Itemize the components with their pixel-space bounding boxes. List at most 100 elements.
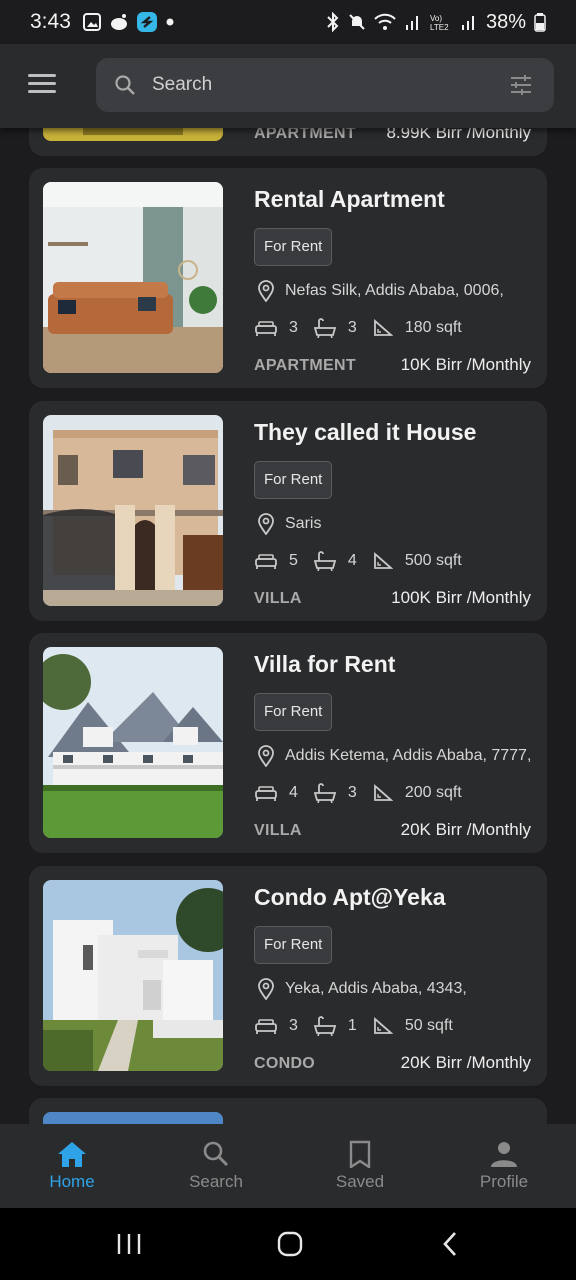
location-pin-icon bbox=[258, 978, 274, 1000]
location-text: Nefas Silk, Addis Ababa, 0006, bbox=[285, 282, 504, 299]
nav-search[interactable]: Search bbox=[144, 1124, 288, 1208]
nav-profile[interactable]: Profile bbox=[432, 1124, 576, 1208]
battery-icon bbox=[534, 13, 546, 32]
bath-icon bbox=[313, 551, 336, 571]
bed-count: 4 bbox=[289, 784, 298, 801]
listing-features: 4 3 200 sqft bbox=[255, 783, 478, 803]
home-button-icon[interactable] bbox=[276, 1230, 304, 1258]
bath-icon bbox=[313, 318, 336, 338]
listing-title: Villa for Rent bbox=[254, 651, 396, 677]
svg-text:Vo): Vo) bbox=[430, 14, 442, 23]
status-badge: For Rent bbox=[254, 461, 333, 499]
listing-photo bbox=[43, 182, 223, 373]
system-navigation-bar bbox=[0, 1208, 576, 1280]
nav-saved-label: Saved bbox=[335, 1172, 385, 1191]
listing-location: Saris bbox=[257, 513, 321, 535]
nav-home[interactable]: Home bbox=[0, 1124, 144, 1208]
listing-card[interactable]: APARTMENT 8.99K Birr /Monthly bbox=[29, 128, 547, 156]
listing-photo bbox=[43, 880, 223, 1071]
signal-icon bbox=[405, 16, 418, 30]
search-bar[interactable] bbox=[96, 58, 554, 112]
filter-icon[interactable] bbox=[510, 74, 532, 96]
svg-text:LTE2: LTE2 bbox=[430, 23, 449, 31]
listing-location: Yeka, Addis Ababa, 4343, bbox=[257, 978, 467, 1000]
listing-title: Rental Apartment bbox=[254, 186, 445, 212]
listing-type: APARTMENT bbox=[254, 128, 356, 142]
listing-photo bbox=[43, 415, 223, 606]
bath-icon bbox=[313, 783, 336, 803]
home-icon bbox=[58, 1142, 86, 1167]
app-s-icon bbox=[136, 12, 157, 32]
volte-icon: Vo)LTE2 bbox=[430, 14, 449, 31]
location-text: Saris bbox=[285, 515, 322, 532]
area-value: 500 sqft bbox=[404, 552, 462, 569]
menu-icon[interactable] bbox=[28, 74, 56, 94]
listing-photo bbox=[43, 647, 223, 838]
app-bar bbox=[0, 44, 576, 128]
listing-photo bbox=[43, 1112, 223, 1124]
location-text: Yeka, Addis Ababa, 4343, bbox=[285, 980, 467, 997]
status-badge: For Rent bbox=[254, 926, 333, 964]
system-icons: Vo) LTE2 38% bbox=[326, 11, 546, 34]
area-value: 180 sqft bbox=[404, 319, 462, 336]
area-value: 200 sqft bbox=[404, 784, 462, 801]
bed-icon bbox=[255, 786, 277, 801]
recent-apps-icon[interactable] bbox=[116, 1232, 142, 1256]
search-input[interactable] bbox=[152, 58, 482, 112]
mute-icon bbox=[349, 14, 365, 30]
signal-icon-2 bbox=[461, 16, 474, 30]
bed-count: 3 bbox=[289, 319, 298, 336]
listing-price: 100K Birr /Monthly bbox=[391, 588, 531, 607]
listing-card[interactable]: Rental Apartment For Rent Nefas Silk, Ad… bbox=[29, 168, 547, 388]
status-badge: For Rent bbox=[254, 693, 333, 731]
listing-list[interactable]: APARTMENT 8.99K Birr /Monthly Rental Apa… bbox=[0, 128, 576, 1124]
listing-price: 20K Birr /Monthly bbox=[400, 820, 531, 839]
listing-type: VILLA bbox=[254, 590, 302, 607]
nav-search-label: Search bbox=[189, 1172, 243, 1191]
location-pin-icon bbox=[258, 745, 274, 767]
listing-photo bbox=[43, 128, 223, 141]
dot-icon bbox=[166, 18, 174, 26]
listing-card[interactable]: Villa for Rent For Rent Addis Ketema, Ad… bbox=[29, 633, 547, 853]
nav-saved[interactable]: Saved bbox=[288, 1124, 432, 1208]
notification-icons bbox=[82, 12, 175, 32]
area-icon bbox=[373, 1017, 393, 1034]
status-bar: 3:43 Vo) LTE2 38% bbox=[0, 0, 576, 44]
listing-title: Condo Apt@Yeka bbox=[254, 884, 446, 910]
listing-card[interactable]: They called it House For Rent Saris 5 4 … bbox=[29, 401, 547, 621]
listing-card[interactable]: Condo Apt@Yeka For Rent Yeka, Addis Abab… bbox=[29, 866, 547, 1086]
listing-price: 20K Birr /Monthly bbox=[400, 1053, 531, 1072]
listing-title: They called it House bbox=[254, 419, 477, 445]
listing-type: CONDO bbox=[254, 1055, 316, 1072]
area-value: 50 sqft bbox=[404, 1017, 453, 1034]
search-icon bbox=[115, 75, 135, 95]
area-icon bbox=[373, 319, 393, 336]
bath-count: 1 bbox=[347, 1017, 357, 1034]
listing-card[interactable] bbox=[29, 1098, 547, 1124]
location-text: Addis Ketema, Addis Ababa, 7777, bbox=[285, 747, 532, 764]
nav-profile-label: Profile bbox=[479, 1172, 529, 1191]
battery-percent: 38% bbox=[485, 10, 526, 33]
area-icon bbox=[373, 552, 393, 569]
listing-location: Addis Ketema, Addis Ababa, 7777, bbox=[257, 745, 531, 767]
location-pin-icon bbox=[258, 513, 274, 535]
status-badge: For Rent bbox=[254, 228, 333, 266]
listing-features: 3 3 180 sqft bbox=[255, 318, 478, 338]
status-time: 3:43 bbox=[30, 10, 71, 33]
listing-features: 5 4 500 sqft bbox=[255, 551, 478, 571]
bluetooth-icon bbox=[327, 12, 339, 32]
search-icon bbox=[203, 1141, 229, 1167]
listing-location: Nefas Silk, Addis Ababa, 0006, bbox=[257, 280, 504, 302]
bath-icon bbox=[313, 1016, 336, 1036]
bed-count: 5 bbox=[289, 552, 298, 569]
listing-price: 10K Birr /Monthly bbox=[400, 355, 531, 374]
back-icon[interactable] bbox=[440, 1230, 460, 1258]
nav-home-label: Home bbox=[49, 1172, 95, 1191]
bookmark-icon bbox=[349, 1140, 371, 1168]
listing-price: 8.99K Birr /Monthly bbox=[386, 128, 531, 142]
listing-features: 3 1 50 sqft bbox=[255, 1016, 469, 1036]
bath-count: 3 bbox=[347, 784, 357, 801]
listing-type: APARTMENT bbox=[254, 357, 356, 374]
bath-count: 3 bbox=[347, 319, 357, 336]
bed-icon bbox=[255, 321, 277, 336]
